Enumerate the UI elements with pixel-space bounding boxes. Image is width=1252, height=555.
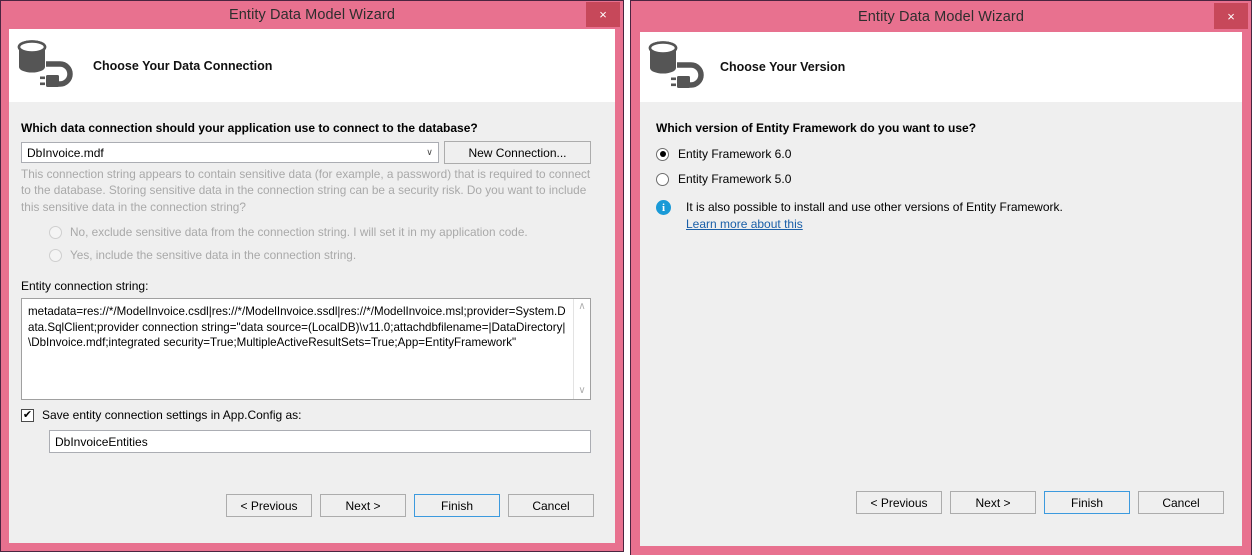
dialog-choose-data-connection: Entity Data Model Wizard × Choose Your D… — [0, 0, 624, 552]
data-connection-question: Which data connection should your applic… — [21, 121, 478, 135]
radio-icon[interactable] — [656, 172, 669, 186]
info-icon: i — [656, 200, 671, 215]
save-app-config-checkbox-row[interactable]: ✔ Save entity connection settings in App… — [21, 408, 302, 422]
client-area-left: Choose Your Data Connection Which data c… — [9, 29, 615, 543]
previous-button[interactable]: < Previous — [226, 494, 312, 517]
cancel-button[interactable]: Cancel — [508, 494, 594, 517]
scroll-up-icon[interactable]: ∧ — [578, 302, 585, 312]
checkbox-icon[interactable]: ✔ — [21, 408, 34, 422]
finish-button[interactable]: Finish — [1044, 491, 1130, 514]
banner-heading: Choose Your Data Connection — [93, 58, 273, 73]
next-button[interactable]: Next > — [950, 491, 1036, 514]
connection-combobox-value: DbInvoice.mdf — [27, 145, 104, 160]
database-plug-icon — [646, 38, 708, 96]
version-option-ef6[interactable]: Entity Framework 6.0 — [656, 147, 791, 161]
titlebar-left[interactable]: Entity Data Model Wizard × — [1, 1, 623, 29]
banner-left: Choose Your Data Connection — [9, 29, 615, 102]
window-title: Entity Data Model Wizard — [229, 7, 395, 23]
entity-connection-string-value: metadata=res://*/ModelInvoice.csdl|res:/… — [28, 305, 566, 349]
banner-right: Choose Your Version — [640, 32, 1242, 102]
app-config-name-input[interactable]: DbInvoiceEntities — [49, 430, 591, 453]
button-row-right: < Previous Next > Finish Cancel — [856, 491, 1224, 514]
client-area-right: Choose Your Version Which version of Ent… — [640, 32, 1242, 546]
database-plug-icon — [15, 37, 77, 95]
titlebar-right[interactable]: Entity Data Model Wizard × — [631, 1, 1251, 32]
body-right: Which version of Entity Framework do you… — [640, 102, 1242, 546]
connection-combobox[interactable]: DbInvoice.mdf ∨ — [21, 142, 439, 163]
new-connection-button[interactable]: New Connection... — [444, 141, 591, 164]
sensitive-option-no: No, exclude sensitive data from the conn… — [49, 225, 528, 239]
banner-heading: Choose Your Version — [720, 60, 846, 74]
scroll-down-icon[interactable]: ∨ — [578, 386, 585, 396]
cancel-button[interactable]: Cancel — [1138, 491, 1224, 514]
entity-connection-string-textarea[interactable]: metadata=res://*/ModelInvoice.csdl|res:/… — [21, 298, 591, 400]
next-button[interactable]: Next > — [320, 494, 406, 517]
chevron-down-icon: ∨ — [426, 147, 433, 157]
sensitive-data-note: This connection string appears to contai… — [21, 167, 591, 214]
window-title: Entity Data Model Wizard — [858, 8, 1024, 25]
version-option-ef5[interactable]: Entity Framework 5.0 — [656, 172, 791, 186]
body-left: Which data connection should your applic… — [9, 102, 615, 543]
sensitive-option-no-label: No, exclude sensitive data from the conn… — [70, 225, 528, 239]
radio-icon — [49, 248, 62, 262]
version-question: Which version of Entity Framework do you… — [656, 121, 977, 135]
close-icon[interactable]: × — [586, 2, 620, 27]
info-note-text: It is also possible to install and use o… — [686, 200, 1063, 214]
entity-connection-string-label: Entity connection string: — [21, 279, 149, 293]
learn-more-link[interactable]: Learn more about this — [686, 217, 1063, 231]
dialog-choose-version: Entity Data Model Wizard × Choose Your V… — [630, 0, 1252, 555]
finish-button[interactable]: Finish — [414, 494, 500, 517]
radio-icon — [49, 225, 62, 239]
info-note: i It is also possible to install and use… — [656, 200, 1063, 231]
screen: Entity Data Model Wizard × Choose Your D… — [0, 0, 1252, 555]
sensitive-option-yes-label: Yes, include the sensitive data in the c… — [70, 248, 357, 262]
close-icon[interactable]: × — [1214, 3, 1248, 29]
save-app-config-label: Save entity connection settings in App.C… — [42, 408, 302, 422]
textarea-scrollbar[interactable]: ∧ ∨ — [573, 299, 590, 399]
radio-icon[interactable] — [656, 147, 669, 161]
version-option-ef5-label: Entity Framework 5.0 — [678, 172, 792, 186]
button-row-left: < Previous Next > Finish Cancel — [226, 494, 594, 517]
sensitive-option-yes: Yes, include the sensitive data in the c… — [49, 248, 356, 262]
previous-button[interactable]: < Previous — [856, 491, 942, 514]
version-option-ef6-label: Entity Framework 6.0 — [678, 147, 792, 161]
